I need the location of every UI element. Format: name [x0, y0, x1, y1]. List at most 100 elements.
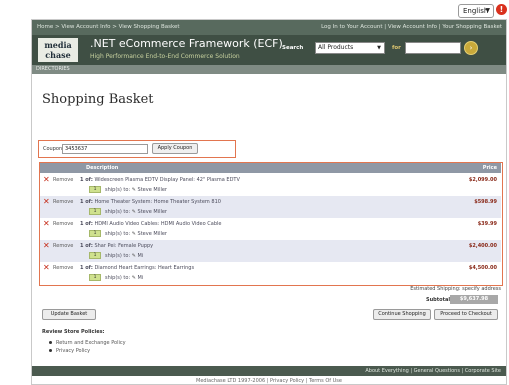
bullet-icon — [49, 349, 52, 352]
remove-link[interactable]: Remove — [53, 177, 73, 183]
ship-to: ship(s) to: ✎ Steve Miller — [105, 187, 167, 193]
ship-to: ship(s) to: ✎ Mi — [105, 275, 143, 281]
ship-label: ship(s) to: — [105, 275, 131, 281]
language-select[interactable]: English ▼ — [458, 4, 494, 18]
ship-to-name[interactable]: Steve Miller — [138, 209, 167, 215]
mediachase-logo[interactable]: media chase — [38, 38, 78, 62]
remove-link[interactable]: Remove — [53, 199, 73, 205]
general-questions-link[interactable]: General Questions — [414, 368, 460, 374]
ship-label: ship(s) to: — [105, 253, 131, 259]
item-description: 1 of: Widescreen Plasma EDTV Display Pan… — [80, 177, 240, 183]
footer-terms-link[interactable]: Terms Of Use — [309, 378, 342, 384]
ship-label: ship(s) to: — [105, 187, 131, 193]
ship-to: ship(s) to: ✎ Steve Miller — [105, 231, 167, 237]
pencil-icon[interactable]: ✎ — [132, 253, 136, 259]
browser-page-frame: Home > View Account Info > View Shopping… — [31, 19, 507, 385]
item-name[interactable]: Widescreen Plasma EDTV Display Panel: 42… — [94, 177, 239, 183]
brand-subtitle: High Performance End-to-End Commerce Sol… — [90, 53, 240, 60]
page-title: Shopping Basket — [42, 92, 154, 107]
search-category-value: All Products — [318, 44, 354, 51]
ship-to: ship(s) to: ✎ Mi — [105, 253, 143, 259]
account-links: Log In to Your Account | View Account In… — [321, 20, 502, 35]
pencil-icon[interactable]: ✎ — [132, 187, 136, 193]
breadcrumb-home[interactable]: Home — [37, 24, 53, 30]
footer-privacy-link[interactable]: Privacy Policy — [270, 378, 304, 384]
breadcrumb-basket[interactable]: View Shopping Basket — [119, 24, 180, 30]
help-icon[interactable]: ! — [496, 4, 507, 15]
copyright: Mediachase LTD 1997-2006 | Privacy Polic… — [32, 378, 506, 384]
subtotal-value: $9,637.98 — [450, 295, 498, 304]
quantity-input[interactable]: 1 — [89, 230, 101, 237]
item-name[interactable]: HDMI Audio Video Cables: HDMI Audio Vide… — [94, 221, 221, 227]
item-qty-text: 1 of: — [80, 199, 93, 205]
brand-title: .NET eCommerce Framework (ECF) — [90, 37, 283, 50]
ship-to-name[interactable]: Steve Miller — [138, 187, 167, 193]
column-header-price: Price — [482, 165, 497, 171]
item-price: $4,500.00 — [468, 265, 497, 271]
ship-to: ship(s) to: ✎ Steve Miller — [105, 209, 167, 215]
item-qty-text: 1 of: — [80, 177, 93, 183]
privacy-policy-link[interactable]: Privacy Policy — [56, 348, 90, 354]
close-x-icon[interactable]: ✕ — [43, 264, 50, 272]
search-label: Search — [282, 45, 304, 51]
footer-links: About Everything | General Questions | C… — [365, 366, 501, 376]
close-x-icon[interactable]: ✕ — [43, 220, 50, 228]
basket-table: Description Price ✕ Remove 1 of: Widescr… — [39, 162, 503, 286]
remove-link[interactable]: Remove — [53, 221, 73, 227]
basket-item: ✕ Remove 1 of: Shar Pei: Female Puppy $2… — [40, 240, 501, 262]
column-header-description: Description — [86, 165, 119, 171]
top-navigation: Home > View Account Info > View Shopping… — [32, 20, 506, 35]
continue-shopping-button[interactable]: Continue Shopping — [373, 309, 431, 320]
item-name[interactable]: Diamond Heart Earrings: Heart Earrings — [94, 265, 194, 271]
ship-to-name[interactable]: Mi — [138, 275, 144, 281]
apply-coupon-button[interactable]: Apply Coupon — [152, 143, 198, 154]
quantity-input[interactable]: 1 — [89, 186, 101, 193]
quantity-input[interactable]: 1 — [89, 252, 101, 259]
return-policy-link[interactable]: Return and Exchange Policy — [56, 340, 126, 346]
chevron-down-icon: ▼ — [485, 7, 490, 14]
coupon-input[interactable]: 3453637 — [62, 144, 148, 154]
search-category-select[interactable]: All Products ▼ — [315, 42, 385, 54]
ship-to-name[interactable]: Mi — [138, 253, 144, 259]
pencil-icon[interactable]: ✎ — [132, 231, 136, 237]
go-arrow-icon[interactable]: › — [464, 41, 478, 55]
shopping-basket-link[interactable]: Your Shopping Basket — [442, 24, 502, 30]
update-basket-button[interactable]: Update Basket — [42, 309, 96, 320]
basket-item: ✕ Remove 1 of: Home Theater System: Home… — [40, 196, 501, 218]
basket-header-row: Description Price — [40, 163, 501, 173]
proceed-to-checkout-button[interactable]: Proceed to Checkout — [434, 309, 498, 320]
remove-link[interactable]: Remove — [53, 265, 73, 271]
search-input[interactable] — [405, 42, 461, 54]
item-qty-text: 1 of: — [80, 265, 93, 271]
about-link[interactable]: About Everything — [365, 368, 408, 374]
ship-to-name[interactable]: Steve Miller — [138, 231, 167, 237]
logo-line1: media — [44, 40, 72, 50]
item-name[interactable]: Shar Pei: Female Puppy — [94, 243, 153, 249]
item-price: $2,099.00 — [468, 177, 497, 183]
login-link[interactable]: Log In to Your Account — [321, 24, 382, 30]
directories-label[interactable]: DIRECTORIES — [36, 66, 70, 72]
pencil-icon[interactable]: ✎ — [132, 275, 136, 281]
basket-item: ✕ Remove 1 of: HDMI Audio Video Cables: … — [40, 218, 501, 240]
item-qty-text: 1 of: — [80, 221, 93, 227]
close-x-icon[interactable]: ✕ — [43, 176, 50, 184]
item-price: $598.99 — [474, 199, 497, 205]
corporate-site-link[interactable]: Corporate Site — [465, 368, 501, 374]
item-description: 1 of: Shar Pei: Female Puppy — [80, 243, 153, 249]
remove-link[interactable]: Remove — [53, 243, 73, 249]
policy-item: Privacy Policy — [49, 348, 90, 354]
quantity-input[interactable]: 1 — [89, 274, 101, 281]
breadcrumb-account[interactable]: View Account Info — [61, 24, 110, 30]
close-x-icon[interactable]: ✕ — [43, 198, 50, 206]
bullet-icon — [49, 341, 52, 344]
item-price: $39.99 — [477, 221, 497, 227]
quantity-input[interactable]: 1 — [89, 208, 101, 215]
coupon-label: Coupon: — [43, 146, 64, 152]
close-x-icon[interactable]: ✕ — [43, 242, 50, 250]
item-name[interactable]: Home Theater System: Home Theater System… — [94, 199, 221, 205]
site-banner: media chase .NET eCommerce Framework (EC… — [32, 35, 506, 65]
for-label: for — [392, 45, 401, 51]
pencil-icon[interactable]: ✎ — [132, 209, 136, 215]
ship-label: ship(s) to: — [105, 231, 131, 237]
view-account-link[interactable]: View Account Info — [388, 24, 437, 30]
